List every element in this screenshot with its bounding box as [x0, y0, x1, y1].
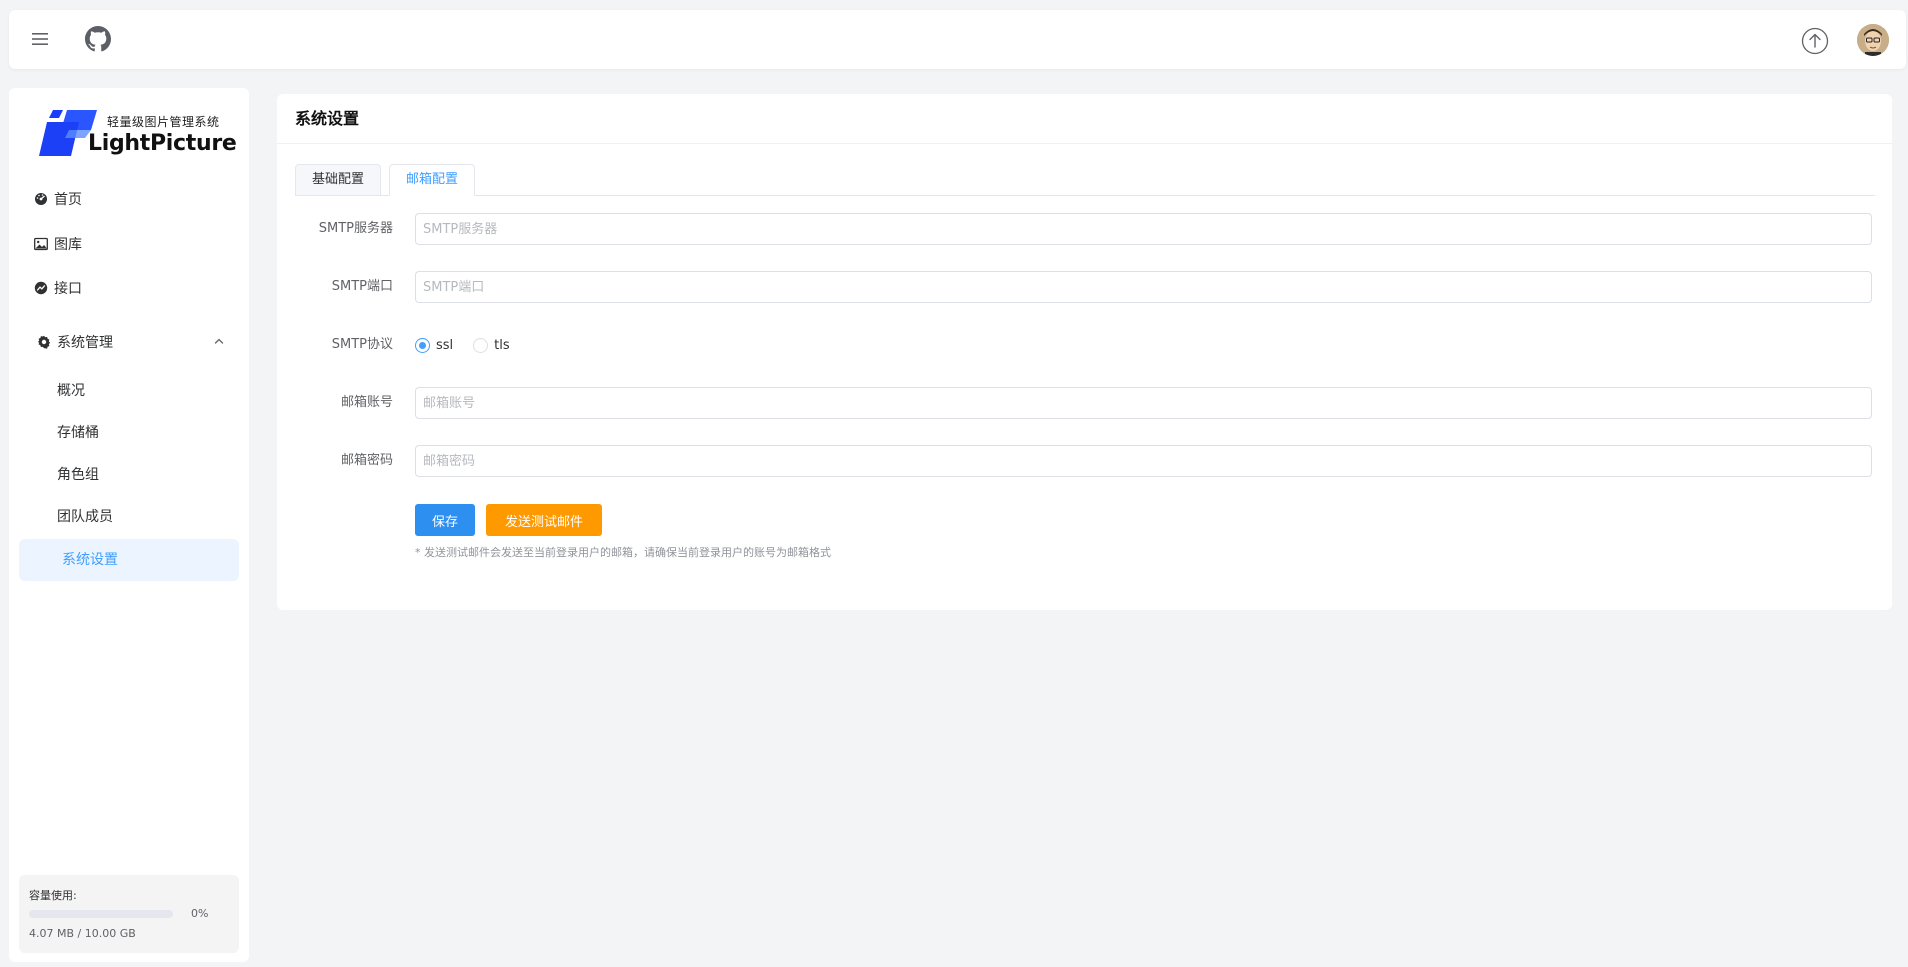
smtp-protocol-row: SMTP协议 ssl tls: [295, 329, 1875, 361]
api-icon: [34, 281, 48, 295]
sidebar-item-api[interactable]: 接口: [34, 276, 82, 300]
sidebar-item-roles[interactable]: 角色组: [57, 464, 99, 484]
radio-dot: [473, 337, 489, 353]
capacity-percent: 0%: [191, 907, 209, 920]
radio-ssl-label: ssl: [436, 337, 454, 353]
sidebar-group-label: 系统管理: [57, 335, 113, 351]
top-bar: [9, 10, 1906, 69]
save-button[interactable]: 保存: [415, 504, 475, 536]
user-avatar[interactable]: [1857, 24, 1889, 56]
email-account-label: 邮箱账号: [340, 395, 393, 410]
smtp-protocol-label: SMTP协议: [331, 337, 393, 352]
github-icon[interactable]: [85, 26, 111, 52]
radio-tls-label: tls: [494, 337, 510, 353]
sidebar-item-gallery[interactable]: 图库: [34, 232, 82, 256]
upload-icon[interactable]: [1801, 27, 1829, 55]
image-icon: [34, 237, 48, 251]
smtp-protocol-radio-group: ssl tls: [415, 329, 510, 361]
email-password-row: 邮箱密码: [295, 445, 1875, 477]
sidebar-item-label: 接口: [54, 281, 82, 297]
gear-icon: [37, 335, 51, 349]
sidebar-group-system[interactable]: 系统管理: [37, 329, 225, 355]
logo[interactable]: 轻量级图片管理系统 LightPicture: [39, 108, 237, 158]
smtp-port-label: SMTP端口: [331, 279, 393, 294]
test-email-note: * 发送测试邮件会发送至当前登录用户的邮箱，请确保当前登录用户的账号为邮箱格式: [415, 546, 831, 559]
logo-brand: LightPicture: [88, 131, 237, 156]
sidebar-item-settings[interactable]: 系统设置: [19, 539, 239, 581]
smtp-server-label: SMTP服务器: [318, 221, 393, 236]
capacity-panel: 容量使用: 0% 4.07 MB / 10.00 GB: [19, 875, 239, 953]
sidebar-item-home[interactable]: 首页: [34, 187, 82, 211]
smtp-port-row: SMTP端口: [295, 271, 1875, 303]
tab-basic-config[interactable]: 基础配置: [295, 164, 382, 196]
sidebar-item-buckets[interactable]: 存储桶: [57, 422, 99, 442]
settings-card: 系统设置 基础配置 邮箱配置 SMTP服务器 SMTP端口 SMTP协议 ssl…: [277, 94, 1892, 610]
sidebar-item-overview[interactable]: 概况: [57, 380, 85, 400]
settings-tabs: 基础配置 邮箱配置: [295, 164, 1875, 196]
smtp-server-input[interactable]: [415, 213, 1872, 245]
sidebar: 轻量级图片管理系统 LightPicture 首页 图库 接口 系统管理 概况 …: [9, 88, 249, 962]
hamburger-icon[interactable]: [29, 29, 51, 49]
radio-ssl[interactable]: ssl: [415, 337, 454, 353]
email-account-input[interactable]: [415, 387, 1872, 419]
capacity-progress-bar: [29, 910, 173, 918]
dashboard-icon: [35, 193, 47, 205]
radio-dot: [415, 337, 430, 353]
tab-email-config[interactable]: 邮箱配置: [389, 164, 476, 196]
sidebar-item-label: 图库: [54, 237, 82, 253]
capacity-label: 容量使用:: [29, 889, 77, 902]
send-test-email-button[interactable]: 发送测试邮件: [486, 504, 602, 536]
smtp-port-input[interactable]: [415, 271, 1872, 303]
radio-tls[interactable]: tls: [473, 337, 510, 353]
sidebar-item-team[interactable]: 团队成员: [57, 506, 113, 526]
email-account-row: 邮箱账号: [295, 387, 1875, 419]
chevron-up-icon[interactable]: [213, 335, 225, 347]
page-title: 系统设置: [277, 94, 1892, 144]
email-password-input[interactable]: [415, 445, 1872, 477]
smtp-server-row: SMTP服务器: [295, 213, 1875, 245]
logo-subtitle: 轻量级图片管理系统: [107, 115, 220, 129]
email-password-label: 邮箱密码: [340, 453, 393, 468]
capacity-usage: 4.07 MB / 10.00 GB: [29, 927, 136, 940]
sidebar-item-label: 首页: [54, 192, 82, 208]
